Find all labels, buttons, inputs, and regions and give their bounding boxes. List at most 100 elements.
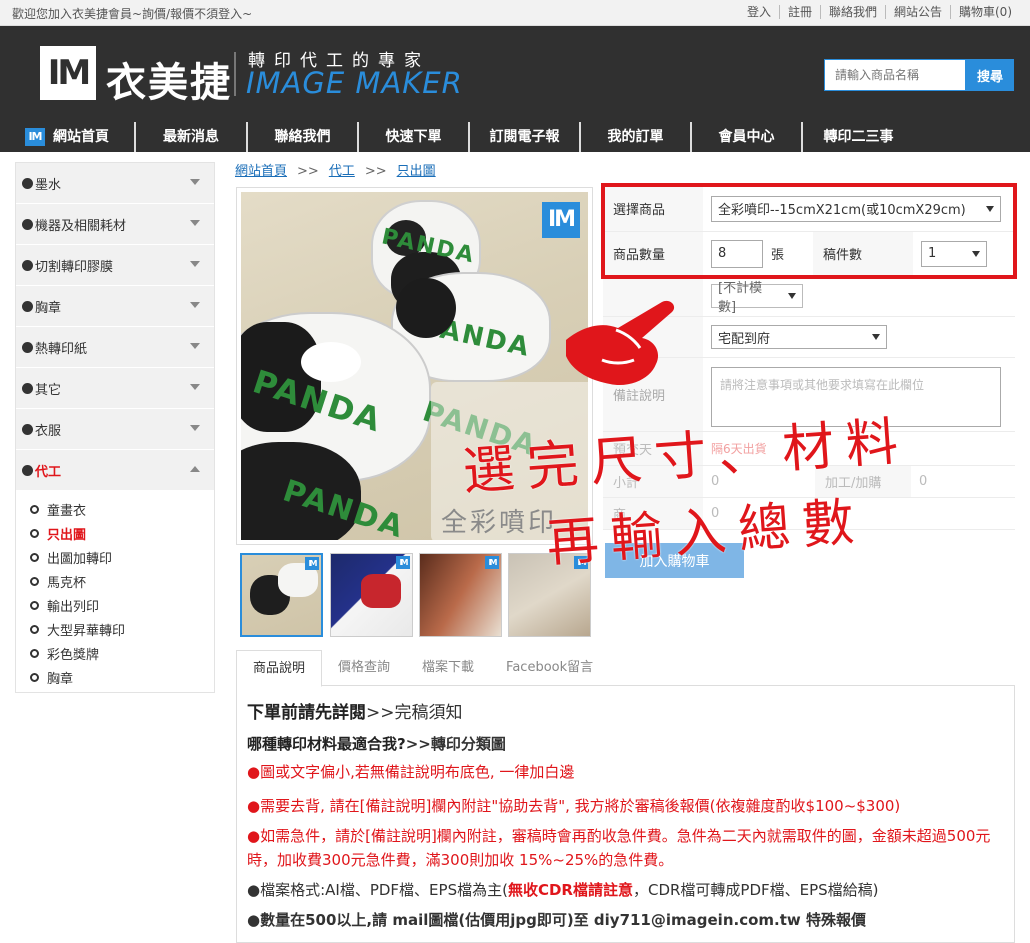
nav-item-member[interactable]: 會員中心 [692,122,803,152]
category-clothing[interactable]: 衣服 [16,409,214,450]
category-badges[interactable]: 胸章 [16,286,214,327]
nav-item-contact[interactable]: 聯絡我們 [248,122,359,152]
tab-facebook[interactable]: Facebook留言 [490,650,609,686]
subcategory-item[interactable]: 彩色獎牌 [16,641,214,665]
breadcrumb: 網站首頁 >> 代工 >> 只出圖 [235,160,436,179]
category-other[interactable]: 其它 [16,368,214,409]
subcategory-item[interactable]: 大型昇華轉印 [16,617,214,641]
category-sidebar: 墨水 機器及相關耗材 切割轉印膠膜 胸章 熱轉印紙 其它 衣服 代工 童畫衣 只… [15,162,215,693]
welcome-text: 歡迎您加入衣美捷會員~詢價/報價不須登入~ [12,7,253,21]
login-link[interactable]: 登入 [739,5,779,19]
breadcrumb-oem[interactable]: 代工 [329,164,355,179]
circle-bullet-icon [30,672,39,682]
im-badge-icon: IM [305,557,319,570]
heading-text: 下單前請先詳閱 [247,703,366,723]
chevron-down-icon [190,220,200,226]
subcategory-label: 輸出列印 [47,599,100,615]
highlight-box [601,183,1017,279]
nav-item-newsletter[interactable]: 訂閱電子報 [470,122,581,152]
panda-sticker [396,278,456,338]
thumbnail-3[interactable]: IM [419,553,502,637]
bullet-icon [22,464,33,476]
search-button[interactable]: 搜尋 [966,59,1014,91]
shipping-select[interactable]: 宅配到府 [711,325,887,349]
tab-pricing[interactable]: 價格查詢 [322,650,406,686]
top-links: 登入 註冊 聯絡我們 網站公告 購物車(0) [739,5,1020,19]
main-nav: IM 網站首頁 最新消息 聯絡我們 快速下單 訂閱電子報 我的訂單 會員中心 轉… [0,122,1030,152]
mode-select[interactable]: [不計模數] [711,281,803,315]
logo-icon[interactable]: IM [40,46,96,100]
nav-item-home[interactable]: IM 網站首頁 [0,122,136,152]
bullet-icon [22,177,33,189]
brand-divider [234,52,236,96]
nav-item-my-orders[interactable]: 我的訂單 [581,122,692,152]
subcategory-label: 童畫衣 [47,503,87,519]
subcategory-label: 大型昇華轉印 [47,623,126,639]
category-transfer-paper[interactable]: 熱轉印紙 [16,327,214,368]
nav-item-news[interactable]: 最新消息 [136,122,248,152]
note-bulk-quote: ●數量在500以上,請 mail圖檔(估價用jpg即可)至 diy711@ima… [247,911,866,929]
contact-link[interactable]: 聯絡我們 [819,5,885,19]
breadcrumb-home[interactable]: 網站首頁 [235,164,287,179]
circle-bullet-icon [30,624,39,634]
guide-link[interactable]: >>完稿須知 [366,703,463,723]
home-icon: IM [25,128,45,146]
panda-sticker [301,342,361,382]
category-label: 墨水 [35,177,62,193]
category-machines[interactable]: 機器及相關耗材 [16,204,214,245]
category-cut-film[interactable]: 切割轉印膠膜 [16,245,214,286]
circle-bullet-icon [30,504,39,514]
register-link[interactable]: 註冊 [778,5,820,19]
subcategory-item[interactable]: 馬克杯 [16,569,214,593]
chevron-down-icon [190,302,200,308]
nav-item-tips[interactable]: 轉印二三事 [803,122,914,152]
category-chart-link[interactable]: >>轉印分類圖 [406,735,506,753]
category-label: 胸章 [35,300,62,316]
announcement-link[interactable]: 網站公告 [884,5,950,19]
breadcrumb-separator: >> [297,164,319,179]
tab-downloads[interactable]: 檔案下載 [406,650,490,686]
im-badge-icon: IM [542,202,580,238]
note-rush-order: ●如需急件，請於[備註說明]欄內附註，審稿時會再酌收急件費。急件為二天內就需取件… [247,827,991,869]
category-label: 代工 [35,464,62,480]
pointing-hand-icon [566,300,675,386]
site-header: IM 衣美捷 轉印代工的專家 IMAGE MAKER 搜尋 IM 網站首頁 最新… [0,26,1030,152]
nav-item-quick-order[interactable]: 快速下單 [359,122,470,152]
mode-cell: [不計模數] [703,281,1015,315]
bullet-icon [22,423,33,435]
subcategory-item[interactable]: 童畫衣 [16,497,214,521]
bullet-icon [22,382,33,394]
brand-english-name: IMAGE MAKER [246,66,463,100]
dropdown-arrow-icon [788,293,796,299]
breadcrumb-current[interactable]: 只出圖 [397,164,436,179]
logo-text: IM [47,53,92,93]
circle-bullet-icon [30,576,39,586]
thumbnail-2[interactable]: IM [330,553,413,637]
im-badge-icon: IM [485,556,499,569]
thumb-graphic [361,574,401,608]
category-oem[interactable]: 代工 [16,450,214,491]
chevron-down-icon [190,384,200,390]
im-badge-icon: IM [396,556,410,569]
chevron-down-icon [190,261,200,267]
info-tabs: 商品說明 價格查詢 檔案下載 Facebook留言 [236,650,1015,687]
category-ink[interactable]: 墨水 [16,163,214,204]
image-caption: 全彩噴印 [441,508,558,538]
chevron-down-icon [190,425,200,431]
subcategory-item[interactable]: 胸章 [16,665,214,689]
cart-link[interactable]: 購物車(0) [950,5,1020,19]
tab-description[interactable]: 商品說明 [236,650,323,687]
file-format-text: ●檔案格式:AI檔、PDF檔、EPS檔為主( [247,881,508,899]
shipping-cell: 宅配到府 [703,325,1015,349]
search-input[interactable] [824,59,966,91]
breadcrumb-separator: >> [364,164,387,179]
subheading-text: 哪種轉印材料最適合我? [247,735,406,753]
mode-select-value: [不計模數] [718,281,763,315]
subcategory-item-active[interactable]: 只出圖 [16,521,214,545]
subcategory-item[interactable]: 輸出列印 [16,593,214,617]
thumbnail-1[interactable]: IM [240,553,323,637]
category-label: 機器及相關耗材 [35,218,127,234]
subcategory-item[interactable]: 出圖加轉印 [16,545,214,569]
subcategory-label: 馬克杯 [47,575,87,591]
shipping-select-value: 宅配到府 [718,331,771,347]
